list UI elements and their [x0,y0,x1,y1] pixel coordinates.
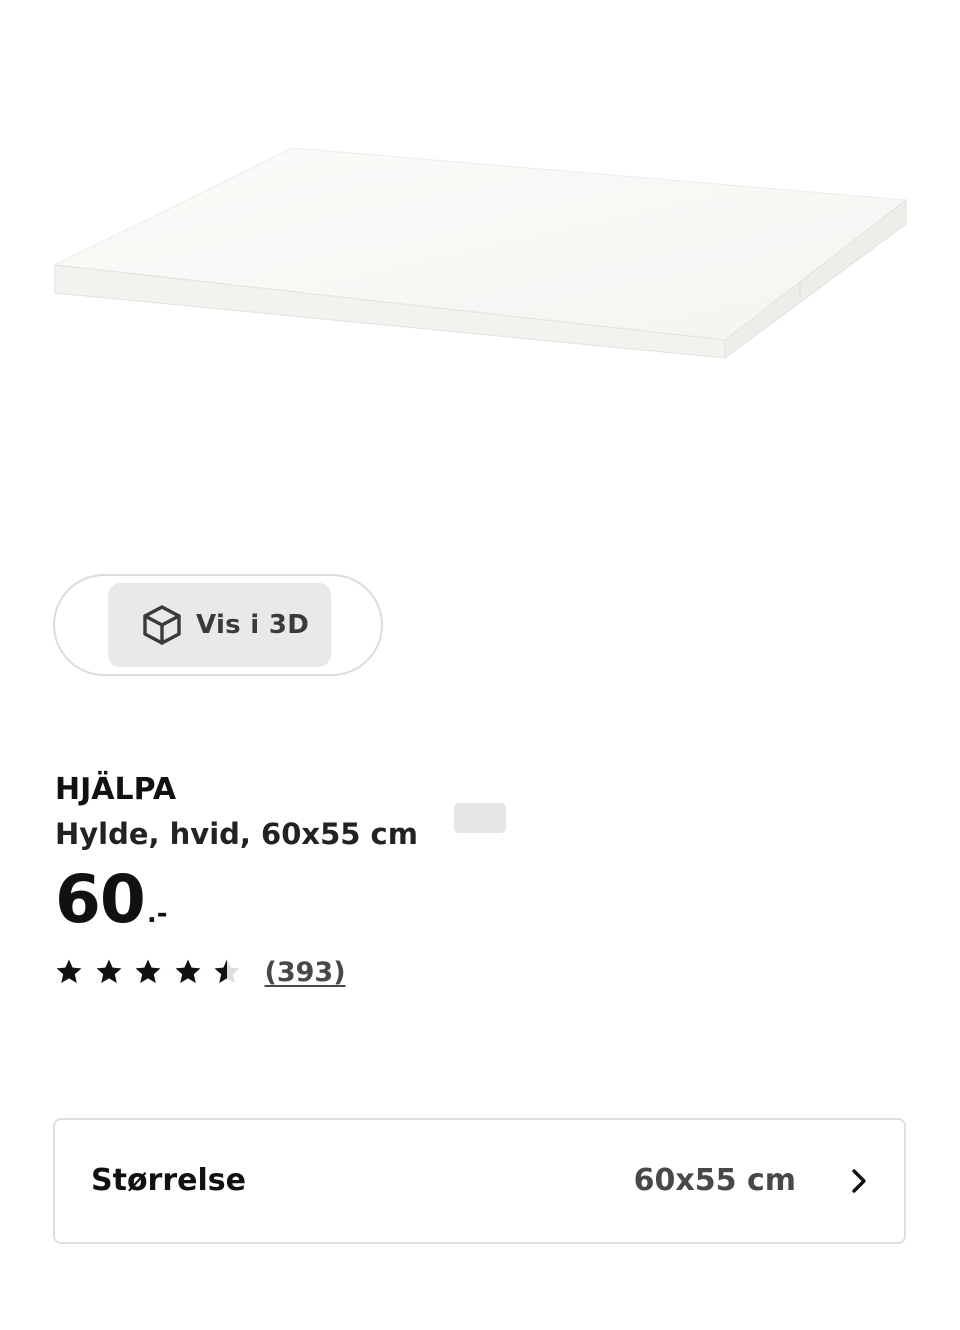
cube-icon [143,605,181,645]
product-price: 60 .- [55,862,168,938]
star-half-icon [214,959,240,983]
size-label: Størrelse [91,1163,246,1198]
product-image [53,147,908,359]
star-full-icon [135,959,161,983]
view-3d-button[interactable]: Vis i 3D [108,583,331,667]
review-count-link[interactable]: (393) [265,957,346,988]
rating[interactable]: (393) [55,952,346,992]
chevron-right-icon [852,1169,866,1193]
view-3d-label: Vis i 3D [196,610,310,640]
star-full-icon [175,959,200,983]
size-value: 60x55 cm [633,1163,796,1198]
size-selector[interactable]: Størrelse 60x55 cm [53,1118,906,1244]
product-name: HJÄLPA [55,772,177,807]
rating-stars [55,958,253,986]
star-full-icon [96,959,121,983]
price-suffix: .- [146,899,168,929]
placeholder-badge [454,803,506,833]
star-full-icon [56,959,82,983]
price-integer: 60 [55,861,146,938]
product-description: Hylde, hvid, 60x55 cm [55,817,418,851]
